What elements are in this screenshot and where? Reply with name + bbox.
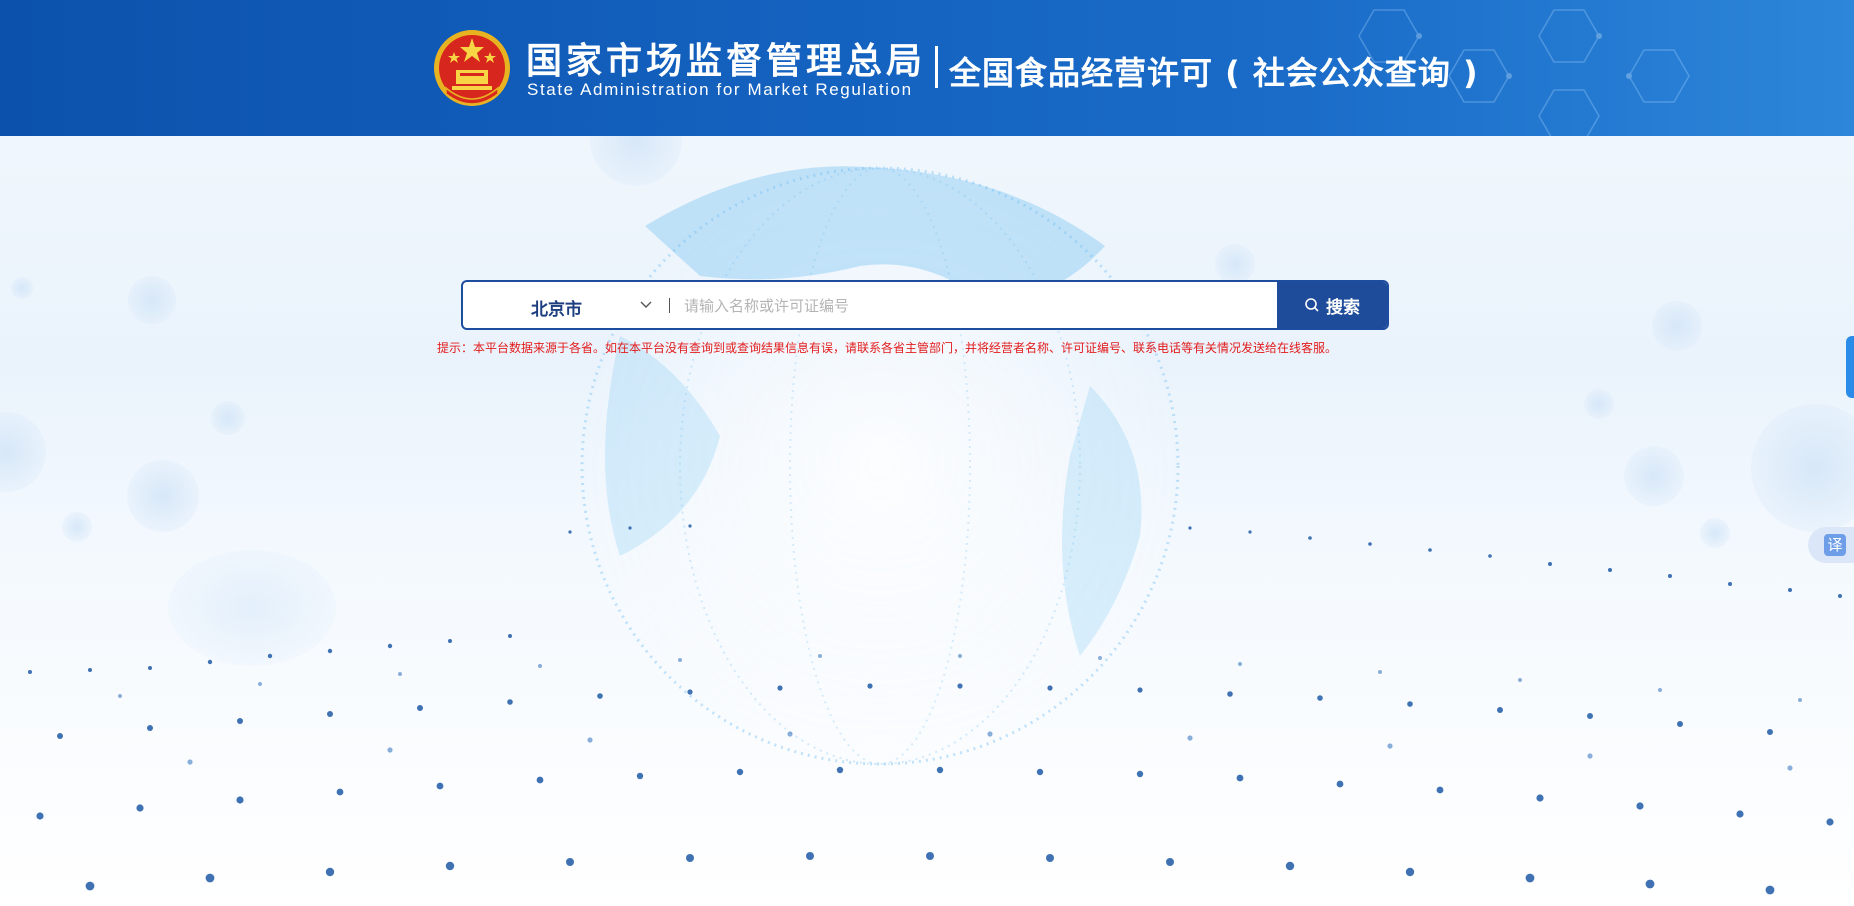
translate-button[interactable]: 译 (1808, 527, 1854, 563)
search-button[interactable]: 搜索 (1277, 282, 1387, 328)
region-selected-label: 北京市 (531, 300, 582, 320)
side-scroll-handle[interactable] (1846, 336, 1854, 398)
search-button-label: 搜索 (1326, 297, 1360, 318)
page: 国家市场监督管理总局 State Administration for Mark… (0, 0, 1854, 906)
region-select[interactable]: 北京市 (463, 282, 663, 328)
site-header: 国家市场监督管理总局 State Administration for Mark… (0, 0, 1854, 136)
search-input[interactable] (682, 282, 1136, 328)
search-icon (1305, 298, 1319, 312)
site-title: 全国食品经营许可 ( 社会公众查询 ) (949, 54, 1479, 92)
chevron-down-icon (640, 301, 652, 308)
background-globe-art (0, 136, 1854, 895)
org-name-en: State Administration for Market Regulati… (527, 80, 913, 99)
search-hint: 提示：本平台数据来源于各省。如在本平台没有查询到或查询结果信息有误，请联系各省主… (437, 341, 1338, 355)
header-divider (935, 46, 938, 88)
national-emblem (434, 30, 510, 106)
org-name-cn: 国家市场监督管理总局 (526, 41, 927, 82)
translate-icon: 译 (1824, 534, 1846, 556)
search-bar: 北京市 搜索 (461, 280, 1389, 330)
search-separator (669, 298, 670, 313)
